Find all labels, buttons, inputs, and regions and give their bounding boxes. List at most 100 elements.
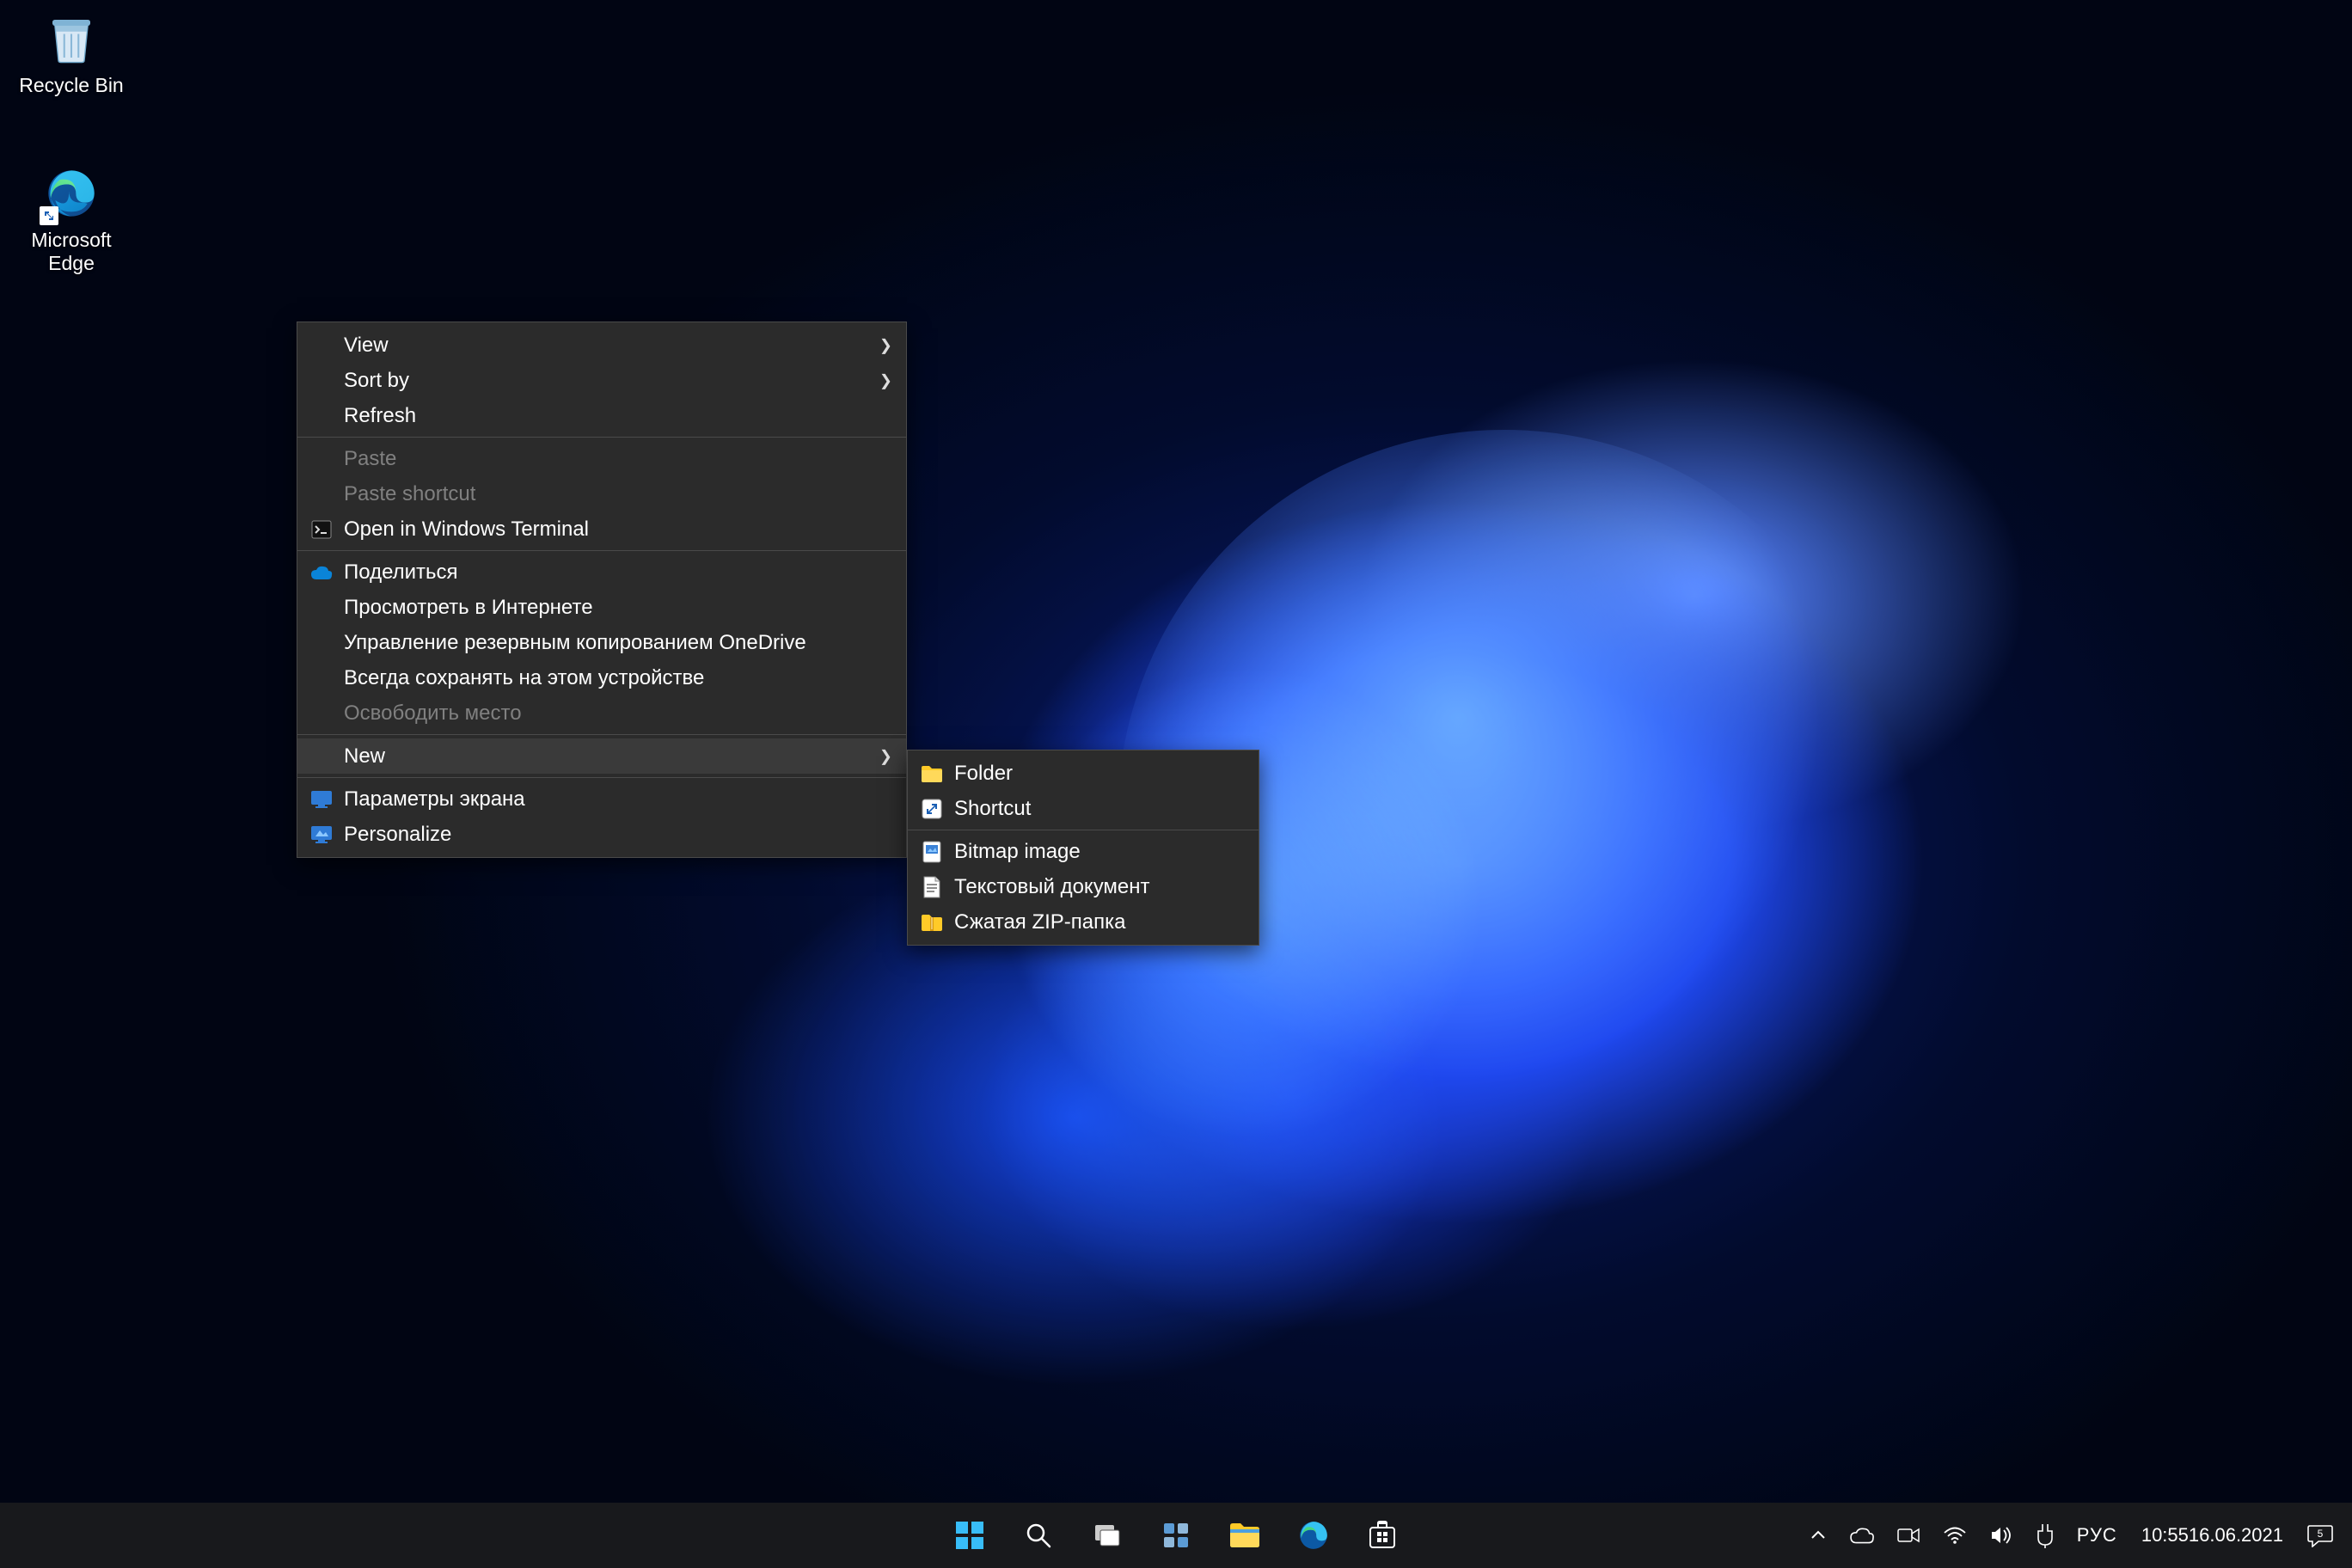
shortcut-icon [920,797,944,821]
clock-time: 10:55 [2141,1524,2189,1547]
tray-volume[interactable] [1979,1510,2024,1561]
menu-separator [297,734,906,735]
store-icon [1367,1520,1398,1551]
desktop-icon-label: Microsoft Edge [7,229,136,275]
terminal-icon [309,518,334,542]
task-view-button[interactable] [1076,1510,1138,1561]
tray-power[interactable] [2025,1510,2065,1561]
menu-separator [297,550,906,551]
submenu-item-shortcut[interactable]: Shortcut [908,791,1259,826]
file-explorer-button[interactable] [1214,1510,1276,1561]
meet-now-icon [1896,1526,1920,1545]
new-submenu: Folder Shortcut Bitmap image Текстовый д… [907,750,1259,946]
widgets-icon [1161,1521,1191,1550]
zip-folder-icon [920,910,944,934]
microsoft-store-button[interactable] [1351,1510,1413,1561]
personalize-icon [309,823,334,847]
menu-item-share[interactable]: Поделиться [297,554,906,590]
edge-icon [1297,1519,1330,1552]
tray-meet-now[interactable] [1886,1510,1931,1561]
menu-item-label: Folder [954,762,1013,786]
submenu-item-bitmap[interactable]: Bitmap image [908,834,1259,869]
menu-item-refresh[interactable]: Refresh [297,398,906,433]
power-icon [2036,1522,2055,1548]
clock-date: 16.06.2021 [2189,1524,2283,1547]
menu-item-label: Текстовый документ [954,875,1150,899]
wifi-icon [1943,1525,1967,1546]
menu-item-paste: Paste [297,441,906,476]
menu-item-view-online[interactable]: Просмотреть в Интернете [297,590,906,625]
search-icon [1024,1521,1053,1550]
system-tray: РУС 10:55 16.06.2021 5 [1798,1503,2352,1568]
menu-item-label: Просмотреть в Интернете [344,596,593,620]
menu-item-sort-by[interactable]: Sort by ❯ [297,363,906,398]
menu-item-view[interactable]: View ❯ [297,328,906,363]
submenu-item-folder[interactable]: Folder [908,756,1259,791]
menu-item-label: Сжатая ZIP-папка [954,910,1126,934]
tray-action-center[interactable]: 5 [2297,1510,2343,1561]
chevron-right-icon: ❯ [879,336,892,354]
edge-icon [41,163,101,224]
menu-item-free-space: Освободить место [297,695,906,731]
tray-overflow-button[interactable] [1798,1510,1838,1561]
language-label: РУС [2077,1524,2117,1547]
menu-item-label: Параметры экрана [344,787,525,812]
menu-separator [297,777,906,778]
chevron-up-icon [1809,1526,1828,1545]
desktop-context-menu: View ❯ Sort by ❯ Refresh Paste Paste sho… [297,322,907,858]
desktop-icon-label: Recycle Bin [7,74,136,97]
menu-item-always-keep[interactable]: Всегда сохранять на этом устройстве [297,660,906,695]
menu-item-label: New [344,744,385,769]
notification-count: 5 [2318,1528,2324,1540]
menu-item-manage-backup[interactable]: Управление резервным копированием OneDri… [297,625,906,660]
menu-item-label: Open in Windows Terminal [344,518,589,542]
menu-item-personalize[interactable]: Personalize [297,817,906,852]
menu-item-label: Управление резервным копированием OneDri… [344,631,806,655]
menu-item-label: Освободить место [344,701,522,726]
chevron-right-icon: ❯ [879,747,892,765]
display-settings-icon [309,787,334,812]
chevron-right-icon: ❯ [879,371,892,389]
bitmap-icon [920,840,944,864]
menu-item-label: Paste shortcut [344,482,475,506]
menu-item-label: Shortcut [954,797,1031,821]
search-button[interactable] [1008,1510,1069,1561]
menu-item-open-terminal[interactable]: Open in Windows Terminal [297,511,906,547]
text-document-icon [920,875,944,899]
onedrive-icon [1850,1527,1874,1544]
menu-item-label: Refresh [344,404,416,428]
menu-item-label: Всегда сохранять на этом устройстве [344,666,704,690]
desktop-icon-microsoft-edge[interactable]: Microsoft Edge [7,163,136,275]
start-button[interactable] [939,1510,1001,1561]
menu-item-label: Sort by [344,369,409,393]
menu-separator [297,437,906,438]
menu-item-label: Поделиться [344,560,458,585]
taskbar: РУС 10:55 16.06.2021 5 [0,1503,2352,1568]
windows-logo-icon [954,1520,985,1551]
action-center-icon: 5 [2307,1523,2333,1547]
desktop-icon-recycle-bin[interactable]: Recycle Bin [7,9,136,97]
menu-item-label: Personalize [344,823,451,847]
task-view-icon [1093,1521,1122,1550]
file-explorer-icon [1228,1521,1261,1550]
folder-icon [920,762,944,786]
menu-item-label: Paste [344,447,396,471]
shortcut-overlay-icon [40,206,58,225]
tray-wifi[interactable] [1932,1510,1977,1561]
tray-onedrive[interactable] [1840,1510,1884,1561]
menu-item-label: View [344,334,389,358]
taskbar-center [939,1510,1413,1561]
menu-item-label: Bitmap image [954,840,1081,864]
menu-item-new[interactable]: New ❯ [297,738,906,774]
tray-clock[interactable]: 10:55 16.06.2021 [2129,1510,2295,1561]
submenu-item-zip-folder[interactable]: Сжатая ZIP-папка [908,904,1259,940]
edge-button[interactable] [1283,1510,1344,1561]
volume-icon [1989,1525,2013,1546]
menu-item-display-settings[interactable]: Параметры экрана [297,781,906,817]
tray-language[interactable]: РУС [2067,1510,2128,1561]
recycle-bin-icon [41,9,101,69]
onedrive-icon [309,560,334,585]
submenu-item-text-document[interactable]: Текстовый документ [908,869,1259,904]
menu-item-paste-shortcut: Paste shortcut [297,476,906,511]
widgets-button[interactable] [1145,1510,1207,1561]
